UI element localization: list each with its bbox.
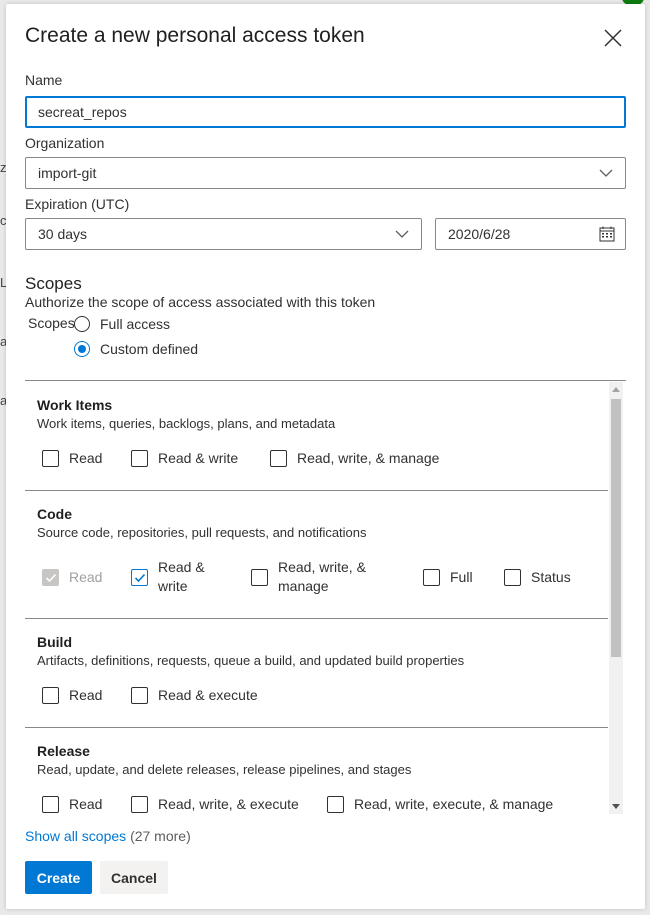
checkbox-release-manage[interactable]: Read, write, execute, & manage bbox=[327, 795, 553, 814]
radio-label: Custom defined bbox=[100, 341, 199, 357]
checkmark-icon bbox=[45, 573, 57, 583]
checkbox-work-items-read[interactable]: Read bbox=[42, 449, 102, 468]
scroll-up-arrow-icon[interactable] bbox=[612, 387, 620, 392]
section-title-code: Code bbox=[37, 506, 72, 522]
name-input-value: secreat_repos bbox=[38, 104, 127, 120]
more-scopes-count: (27 more) bbox=[130, 828, 191, 844]
calendar-icon[interactable] bbox=[599, 226, 615, 242]
checkbox-code-read[interactable]: Read bbox=[42, 568, 102, 587]
section-divider bbox=[25, 490, 608, 491]
checkbox-code-manage[interactable]: Read, write, & manage bbox=[251, 558, 366, 596]
checkbox-box[interactable] bbox=[423, 569, 440, 586]
section-divider bbox=[25, 618, 608, 619]
dialog-title: Create a new personal access token bbox=[25, 24, 365, 47]
radio-circle[interactable] bbox=[74, 341, 90, 357]
scroll-down-arrow-icon[interactable] bbox=[612, 804, 620, 809]
scopes-heading: Scopes bbox=[25, 274, 82, 293]
radio-circle[interactable] bbox=[74, 316, 90, 332]
checkbox-box[interactable] bbox=[504, 569, 521, 586]
checkbox-box[interactable] bbox=[42, 569, 59, 586]
checkbox-work-items-manage[interactable]: Read, write, & manage bbox=[270, 449, 439, 468]
expiration-dropdown[interactable]: 30 days bbox=[25, 218, 422, 250]
checkbox-label: Read, write, & execute bbox=[158, 796, 299, 812]
scopes-radio-label: Scopes bbox=[28, 315, 75, 331]
checkbox-label: Read, write, execute, & manage bbox=[354, 796, 554, 812]
checkbox-label: Read, write, & manage bbox=[297, 450, 440, 466]
expiration-date-input[interactable]: 2020/6/28 bbox=[435, 218, 626, 250]
create-button[interactable]: Create bbox=[25, 861, 92, 894]
checkbox-label-line: Read & bbox=[158, 559, 205, 575]
show-all-scopes-link[interactable]: Show all scopes (27 more) bbox=[25, 828, 191, 844]
radio-label: Full access bbox=[100, 316, 171, 332]
checkbox-box[interactable] bbox=[131, 796, 148, 813]
checkbox-box[interactable] bbox=[131, 687, 148, 704]
checkbox-box[interactable] bbox=[42, 687, 59, 704]
checkbox-label: Read bbox=[69, 569, 103, 585]
section-desc-build: Artifacts, definitions, requests, queue … bbox=[37, 653, 465, 668]
checkbox-label-line: manage bbox=[278, 578, 329, 594]
checkbox-label: Read bbox=[69, 687, 103, 703]
section-desc-work-items: Work items, queries, backlogs, plans, an… bbox=[37, 416, 336, 431]
chevron-down-icon bbox=[395, 230, 409, 238]
section-desc-code: Source code, repositories, pull requests… bbox=[37, 525, 367, 540]
expiration-value: 30 days bbox=[38, 226, 88, 242]
section-title-work-items: Work Items bbox=[37, 397, 113, 413]
organization-dropdown[interactable]: import-git bbox=[25, 157, 626, 189]
name-label: Name bbox=[25, 72, 63, 88]
show-all-scopes-text[interactable]: Show all scopes bbox=[25, 828, 126, 844]
close-icon[interactable] bbox=[603, 28, 623, 48]
checkbox-release-read[interactable]: Read bbox=[42, 795, 102, 814]
organization-label: Organization bbox=[25, 135, 105, 151]
checkbox-code-status[interactable]: Status bbox=[504, 568, 571, 587]
checkbox-label: Read & execute bbox=[158, 687, 258, 703]
name-input[interactable]: secreat_repos bbox=[25, 96, 626, 128]
checkbox-build-read-execute[interactable]: Read & execute bbox=[131, 686, 258, 705]
scopes-scrollbar[interactable] bbox=[609, 382, 623, 814]
checkbox-box[interactable] bbox=[42, 450, 59, 467]
checkbox-code-full[interactable]: Full bbox=[423, 568, 473, 587]
cancel-button[interactable]: Cancel bbox=[100, 861, 168, 894]
checkbox-box[interactable] bbox=[251, 568, 268, 586]
checkbox-box[interactable] bbox=[131, 450, 148, 467]
checkbox-code-read-write[interactable]: Read & write bbox=[131, 558, 205, 596]
checkbox-box[interactable] bbox=[270, 450, 287, 467]
checkbox-box[interactable] bbox=[327, 796, 344, 813]
checkbox-label-line: Read, write, & bbox=[278, 559, 366, 575]
create-token-dialog: Create a new personal access token Name … bbox=[6, 4, 645, 909]
radio-custom-defined[interactable]: Custom defined bbox=[74, 341, 198, 357]
checkbox-build-read[interactable]: Read bbox=[42, 686, 102, 705]
checkbox-label: Read bbox=[69, 450, 103, 466]
checkbox-release-execute[interactable]: Read, write, & execute bbox=[131, 795, 299, 814]
scopes-subtitle: Authorize the scope of access associated… bbox=[25, 294, 376, 310]
expiration-date-value: 2020/6/28 bbox=[448, 226, 511, 242]
scopes-list: Work Items Work items, queries, backlogs… bbox=[25, 380, 626, 814]
checkbox-box[interactable] bbox=[131, 568, 148, 586]
chevron-down-icon bbox=[599, 169, 613, 177]
checkbox-label-line: write bbox=[158, 578, 188, 594]
section-title-build: Build bbox=[37, 634, 72, 650]
checkbox-label: Status bbox=[531, 569, 571, 585]
checkbox-label: Read bbox=[69, 796, 103, 812]
section-title-release: Release bbox=[37, 743, 90, 759]
section-desc-release: Read, update, and delete releases, relea… bbox=[37, 762, 412, 777]
checkmark-icon bbox=[134, 573, 146, 582]
expiration-label: Expiration (UTC) bbox=[25, 196, 130, 212]
checkbox-label: Read & write bbox=[158, 450, 239, 466]
checkbox-label: Read & write bbox=[158, 558, 205, 596]
radio-full-access[interactable]: Full access bbox=[74, 316, 170, 332]
checkbox-work-items-read-write[interactable]: Read & write bbox=[131, 449, 238, 468]
organization-value: import-git bbox=[38, 165, 97, 181]
checkbox-box[interactable] bbox=[42, 796, 59, 813]
section-divider bbox=[25, 727, 608, 728]
scrollbar-thumb[interactable] bbox=[611, 399, 621, 657]
checkbox-label: Full bbox=[450, 569, 473, 585]
checkbox-label: Read, write, & manage bbox=[278, 558, 366, 596]
